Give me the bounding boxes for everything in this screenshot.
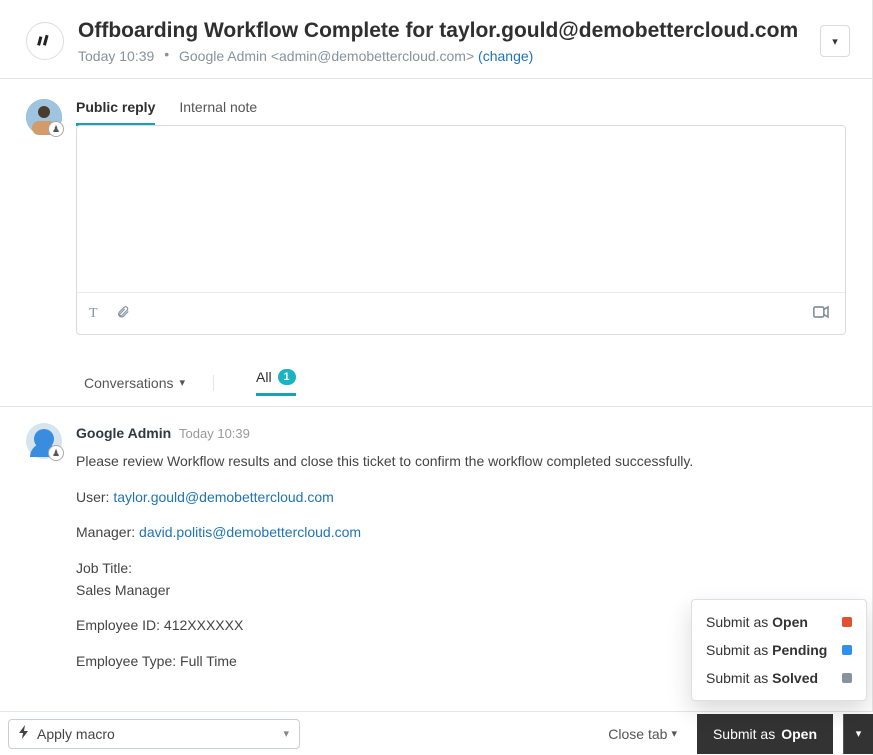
conversation-filters: Conversations ▾ All 1 xyxy=(0,335,872,407)
editor-toolbar: T xyxy=(77,292,845,334)
agent-avatar: ♟ xyxy=(26,99,62,135)
reply-editor: T xyxy=(76,125,846,335)
ticket-meta: Today 10:39 • Google Admin <admin@demobe… xyxy=(78,48,806,64)
chevron-down-icon: ▾ xyxy=(832,35,838,48)
reply-textarea[interactable] xyxy=(77,126,845,292)
close-tab-label: Close tab xyxy=(608,726,667,742)
job-title-label: Job Title: xyxy=(76,558,846,580)
submit-as-open[interactable]: Submit as Open xyxy=(692,608,866,636)
ticket-timestamp: Today 10:39 xyxy=(78,48,154,64)
submit-button[interactable]: Submit as Open xyxy=(697,714,833,754)
chevron-down-icon: ▾ xyxy=(283,727,289,740)
user-link[interactable]: taylor.gould@demobettercloud.com xyxy=(113,489,333,505)
separator-dot: • xyxy=(164,46,169,62)
submit-as-pending[interactable]: Submit as Pending xyxy=(692,636,866,664)
filter-all-label: All xyxy=(256,369,272,385)
change-requester-link[interactable]: (change) xyxy=(478,48,533,64)
message-author: Google Admin xyxy=(76,425,171,441)
close-tab-button[interactable]: Close tab ▾ xyxy=(608,726,677,742)
submit-status-menu: Submit as Open Submit as Pending Submit … xyxy=(691,599,867,701)
user-label: User: xyxy=(76,489,113,505)
status-swatch-solved xyxy=(842,673,852,683)
manager-label: Manager: xyxy=(76,524,139,540)
chevron-down-icon: ▾ xyxy=(671,727,677,740)
requester-name: Google Admin xyxy=(179,48,267,64)
submit-prefix: Submit as xyxy=(713,726,775,742)
ticket-title: Offboarding Workflow Complete for taylor… xyxy=(78,18,806,44)
tab-internal-note[interactable]: Internal note xyxy=(179,99,257,126)
attachment-icon[interactable] xyxy=(116,304,130,323)
requester-avatar: ♟ xyxy=(26,423,62,459)
text-format-icon[interactable]: T xyxy=(89,306,98,322)
lightning-icon xyxy=(19,725,29,742)
apply-macro-label: Apply macro xyxy=(37,726,115,742)
tab-public-reply[interactable]: Public reply xyxy=(76,99,155,126)
ticket-footer: Apply macro ▾ Close tab ▾ Submit as Open… xyxy=(0,711,873,755)
chevron-down-icon: ▾ xyxy=(856,727,862,740)
message-intro: Please review Workflow results and close… xyxy=(76,451,846,473)
filter-all-count: 1 xyxy=(278,369,296,385)
app-avatar xyxy=(26,22,64,60)
user-badge-icon: ♟ xyxy=(48,445,64,461)
requester-email: <admin@demobettercloud.com> xyxy=(271,48,474,64)
header-menu-button[interactable]: ▾ xyxy=(820,25,850,57)
status-swatch-open xyxy=(842,617,852,627)
status-swatch-pending xyxy=(842,645,852,655)
submit-state: Open xyxy=(781,726,817,742)
chevron-down-icon: ▾ xyxy=(180,376,186,389)
bettercloud-icon xyxy=(36,32,54,50)
apps-icon[interactable] xyxy=(813,304,833,323)
apply-macro-button[interactable]: Apply macro ▾ xyxy=(8,719,300,749)
manager-link[interactable]: david.politis@demobettercloud.com xyxy=(139,524,361,540)
submit-as-solved[interactable]: Submit as Solved xyxy=(692,664,866,692)
message-time: Today 10:39 xyxy=(179,426,250,441)
filter-conversations[interactable]: Conversations ▾ xyxy=(84,375,214,391)
reply-tabs: Public reply Internal note xyxy=(76,99,846,126)
ticket-header: Offboarding Workflow Complete for taylor… xyxy=(0,0,872,79)
submit-menu-toggle[interactable]: ▾ xyxy=(843,714,873,754)
filter-conversations-label: Conversations xyxy=(84,375,174,391)
filter-all[interactable]: All 1 xyxy=(256,369,296,396)
